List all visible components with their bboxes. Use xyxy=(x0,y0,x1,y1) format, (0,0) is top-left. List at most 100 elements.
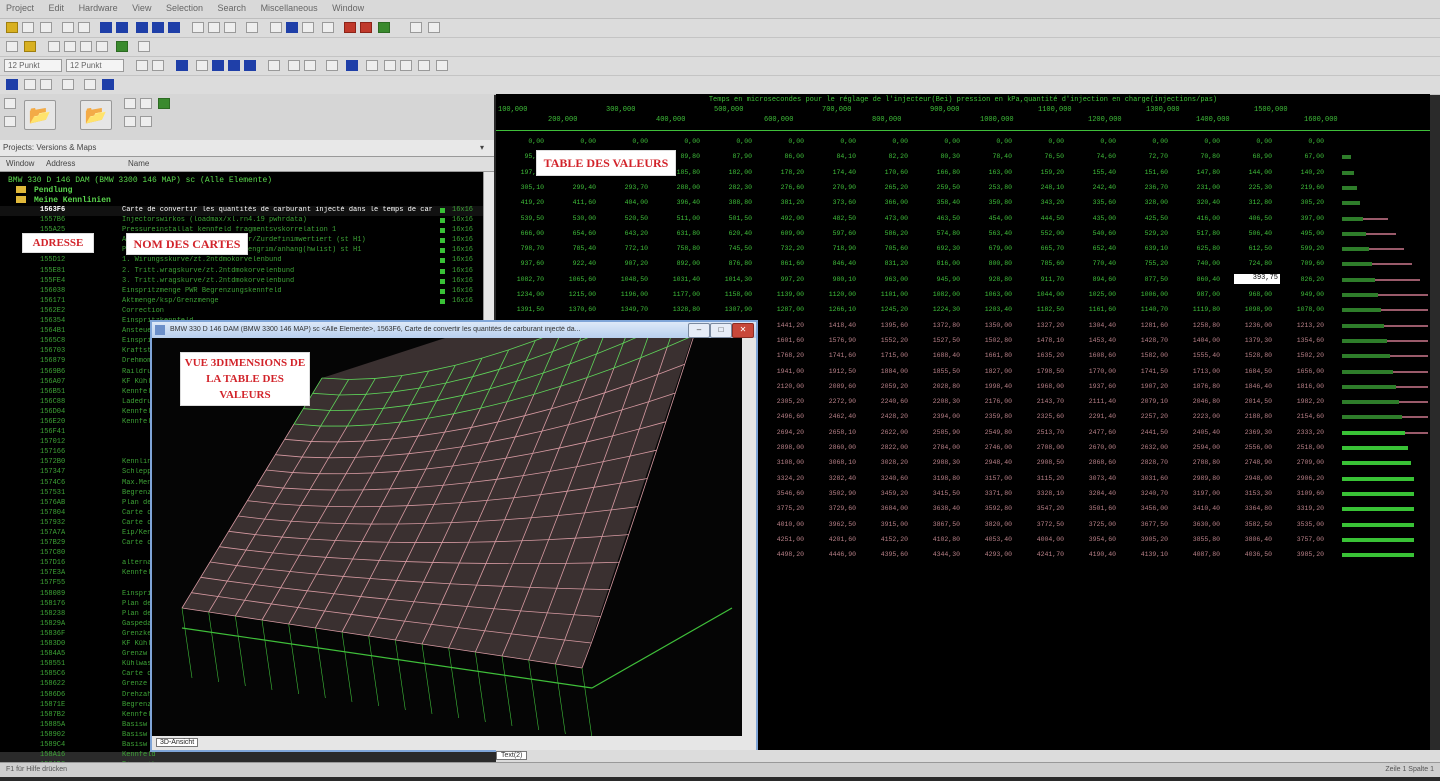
grid-cell[interactable]: 463,50 xyxy=(912,215,960,222)
grid-cell[interactable]: 492,00 xyxy=(756,215,804,222)
grid-cell[interactable]: 928,80 xyxy=(964,276,1012,283)
grid-cell[interactable]: 2989,80 xyxy=(1172,475,1220,482)
grid-cell[interactable]: 1552,20 xyxy=(860,337,908,344)
grid-cell[interactable]: 2784,00 xyxy=(912,444,960,451)
grid-cell[interactable]: 2632,00 xyxy=(1120,444,1168,451)
grid-cell[interactable]: 1555,40 xyxy=(1172,352,1220,359)
menu-edit[interactable]: Edit xyxy=(43,0,71,16)
grid-cell[interactable]: 3197,00 xyxy=(1172,490,1220,497)
grid-cell[interactable]: 3546,60 xyxy=(756,490,804,497)
grid-cell[interactable]: 652,40 xyxy=(1068,245,1116,252)
grid-cell[interactable]: 4190,40 xyxy=(1068,551,1116,558)
grid-cell[interactable]: 3109,60 xyxy=(1276,490,1324,497)
grid-cell[interactable]: 265,20 xyxy=(860,184,908,191)
menu-window[interactable]: Window xyxy=(326,0,370,16)
map-row[interactable]: 155FE43. Tritt.wragskurve/zt.2ntdmokorve… xyxy=(0,277,494,287)
grid-cell[interactable]: 1846,40 xyxy=(1224,383,1272,390)
grid-cell[interactable]: 1025,00 xyxy=(1068,291,1116,298)
grid-cell[interactable]: 0,00 xyxy=(1120,138,1168,145)
grid-cell[interactable]: 2906,20 xyxy=(1276,475,1324,482)
misc-4-icon[interactable] xyxy=(62,79,74,90)
grid-cell[interactable]: 4102,80 xyxy=(912,536,960,543)
grid-cell[interactable]: 4010,00 xyxy=(756,521,804,528)
grid-cell[interactable]: 3592,80 xyxy=(964,505,1012,512)
menu-hardware[interactable]: Hardware xyxy=(73,0,124,16)
grid-cell[interactable]: 2143,70 xyxy=(1016,398,1064,405)
grid-cell[interactable]: 3820,00 xyxy=(964,521,1012,528)
maximize-icon[interactable]: □ xyxy=(710,323,732,338)
grid-cell[interactable]: 517,80 xyxy=(1172,230,1220,237)
grid-cell[interactable]: 282,30 xyxy=(704,184,752,191)
grid-cell[interactable]: 166,80 xyxy=(912,169,960,176)
grid-cell[interactable]: 679,00 xyxy=(964,245,1012,252)
grid-cell[interactable]: 1213,20 xyxy=(1276,322,1324,329)
grid-cell[interactable]: 3501,60 xyxy=(1068,505,1116,512)
format-14-icon[interactable] xyxy=(384,60,396,71)
grid-cell[interactable]: 0,00 xyxy=(1016,138,1064,145)
grid-cell[interactable]: 1372,80 xyxy=(912,322,960,329)
grid-cell[interactable]: 328,00 xyxy=(1120,199,1168,206)
grid-cell[interactable]: 1418,40 xyxy=(808,322,856,329)
grid-cell[interactable]: 411,60 xyxy=(548,199,596,206)
grid-cell[interactable]: 350,80 xyxy=(964,199,1012,206)
grid-cell[interactable]: 1827,00 xyxy=(964,368,1012,375)
col-window[interactable]: Window xyxy=(6,159,34,168)
grid-cell[interactable]: 305,20 xyxy=(1276,199,1324,206)
grid-cell[interactable]: 0,00 xyxy=(808,138,856,145)
forward-icon[interactable] xyxy=(302,22,314,33)
grid-cell[interactable]: 3115,20 xyxy=(1016,475,1064,482)
eeprom-icon[interactable] xyxy=(360,22,372,33)
grid-cell[interactable]: 1014,30 xyxy=(704,276,752,283)
grid-cell[interactable]: 1395,60 xyxy=(860,322,908,329)
grid-cell[interactable]: 3073,40 xyxy=(1068,475,1116,482)
grid-cell[interactable]: 2518,00 xyxy=(1276,444,1324,451)
zoom-fit-icon[interactable] xyxy=(80,41,92,52)
grid-cell[interactable]: 2948,00 xyxy=(1224,475,1272,482)
home-icon[interactable] xyxy=(286,22,298,33)
prev-icon[interactable] xyxy=(116,22,128,33)
grid-cell[interactable]: 2272,90 xyxy=(808,398,856,405)
grid-cell[interactable]: 3198,80 xyxy=(912,475,960,482)
grid-cell[interactable]: 922,40 xyxy=(548,260,596,267)
grid-cell[interactable]: 1203,40 xyxy=(964,306,1012,313)
grid-cell[interactable]: 1158,00 xyxy=(704,291,752,298)
format-8-icon[interactable] xyxy=(268,60,280,71)
grid-cell[interactable]: 2405,40 xyxy=(1172,429,1220,436)
grid-cell[interactable]: 159,20 xyxy=(1016,169,1064,176)
grid-cell[interactable]: 1196,00 xyxy=(600,291,648,298)
grid-cell[interactable]: 495,00 xyxy=(1276,230,1324,237)
grid-cell[interactable]: 1245,20 xyxy=(860,306,908,313)
next-icon[interactable] xyxy=(152,22,164,33)
close-icon[interactable]: ✕ xyxy=(732,323,754,338)
format-6-icon[interactable] xyxy=(228,60,240,71)
grid-cell[interactable]: 1528,80 xyxy=(1224,352,1272,359)
grid-cell[interactable]: 1635,20 xyxy=(1016,352,1064,359)
grid-cell[interactable]: 231,00 xyxy=(1172,184,1220,191)
grid-cell[interactable]: 0,00 xyxy=(964,138,1012,145)
grid-cell[interactable]: 259,50 xyxy=(912,184,960,191)
grid-cell[interactable]: 2359,80 xyxy=(964,413,1012,420)
format-11-icon[interactable] xyxy=(326,60,338,71)
grid-cell[interactable]: 3410,40 xyxy=(1172,505,1220,512)
grid-cell[interactable]: 692,30 xyxy=(912,245,960,252)
tab-text-view[interactable]: Text(2) xyxy=(496,751,527,760)
grid-cell[interactable]: 68,90 xyxy=(1224,153,1272,160)
menu-miscellaneous[interactable]: Miscellaneous xyxy=(255,0,324,16)
grid-cell[interactable]: 299,40 xyxy=(548,184,596,191)
grid-cell[interactable]: 4446,90 xyxy=(808,551,856,558)
last-icon[interactable] xyxy=(168,22,180,33)
grid-cell[interactable]: 2556,00 xyxy=(1224,444,1272,451)
grid-cell[interactable]: 705,60 xyxy=(860,245,908,252)
grid-cell[interactable]: 2369,30 xyxy=(1224,429,1272,436)
grid-cell[interactable]: 144,00 xyxy=(1224,169,1272,176)
view-table-icon[interactable] xyxy=(208,22,220,33)
rom-icon[interactable] xyxy=(344,22,356,33)
undo-icon[interactable] xyxy=(6,41,18,52)
grid-cell[interactable]: 2658,10 xyxy=(808,429,856,436)
grid-cell[interactable]: 831,20 xyxy=(860,260,908,267)
side-2-icon[interactable] xyxy=(4,116,16,127)
grid-cell[interactable]: 3456,00 xyxy=(1120,505,1168,512)
grid-cell[interactable]: 1884,00 xyxy=(860,368,908,375)
grid-cell[interactable]: 174,40 xyxy=(808,169,856,176)
grid-cell[interactable]: 3031,60 xyxy=(1120,475,1168,482)
